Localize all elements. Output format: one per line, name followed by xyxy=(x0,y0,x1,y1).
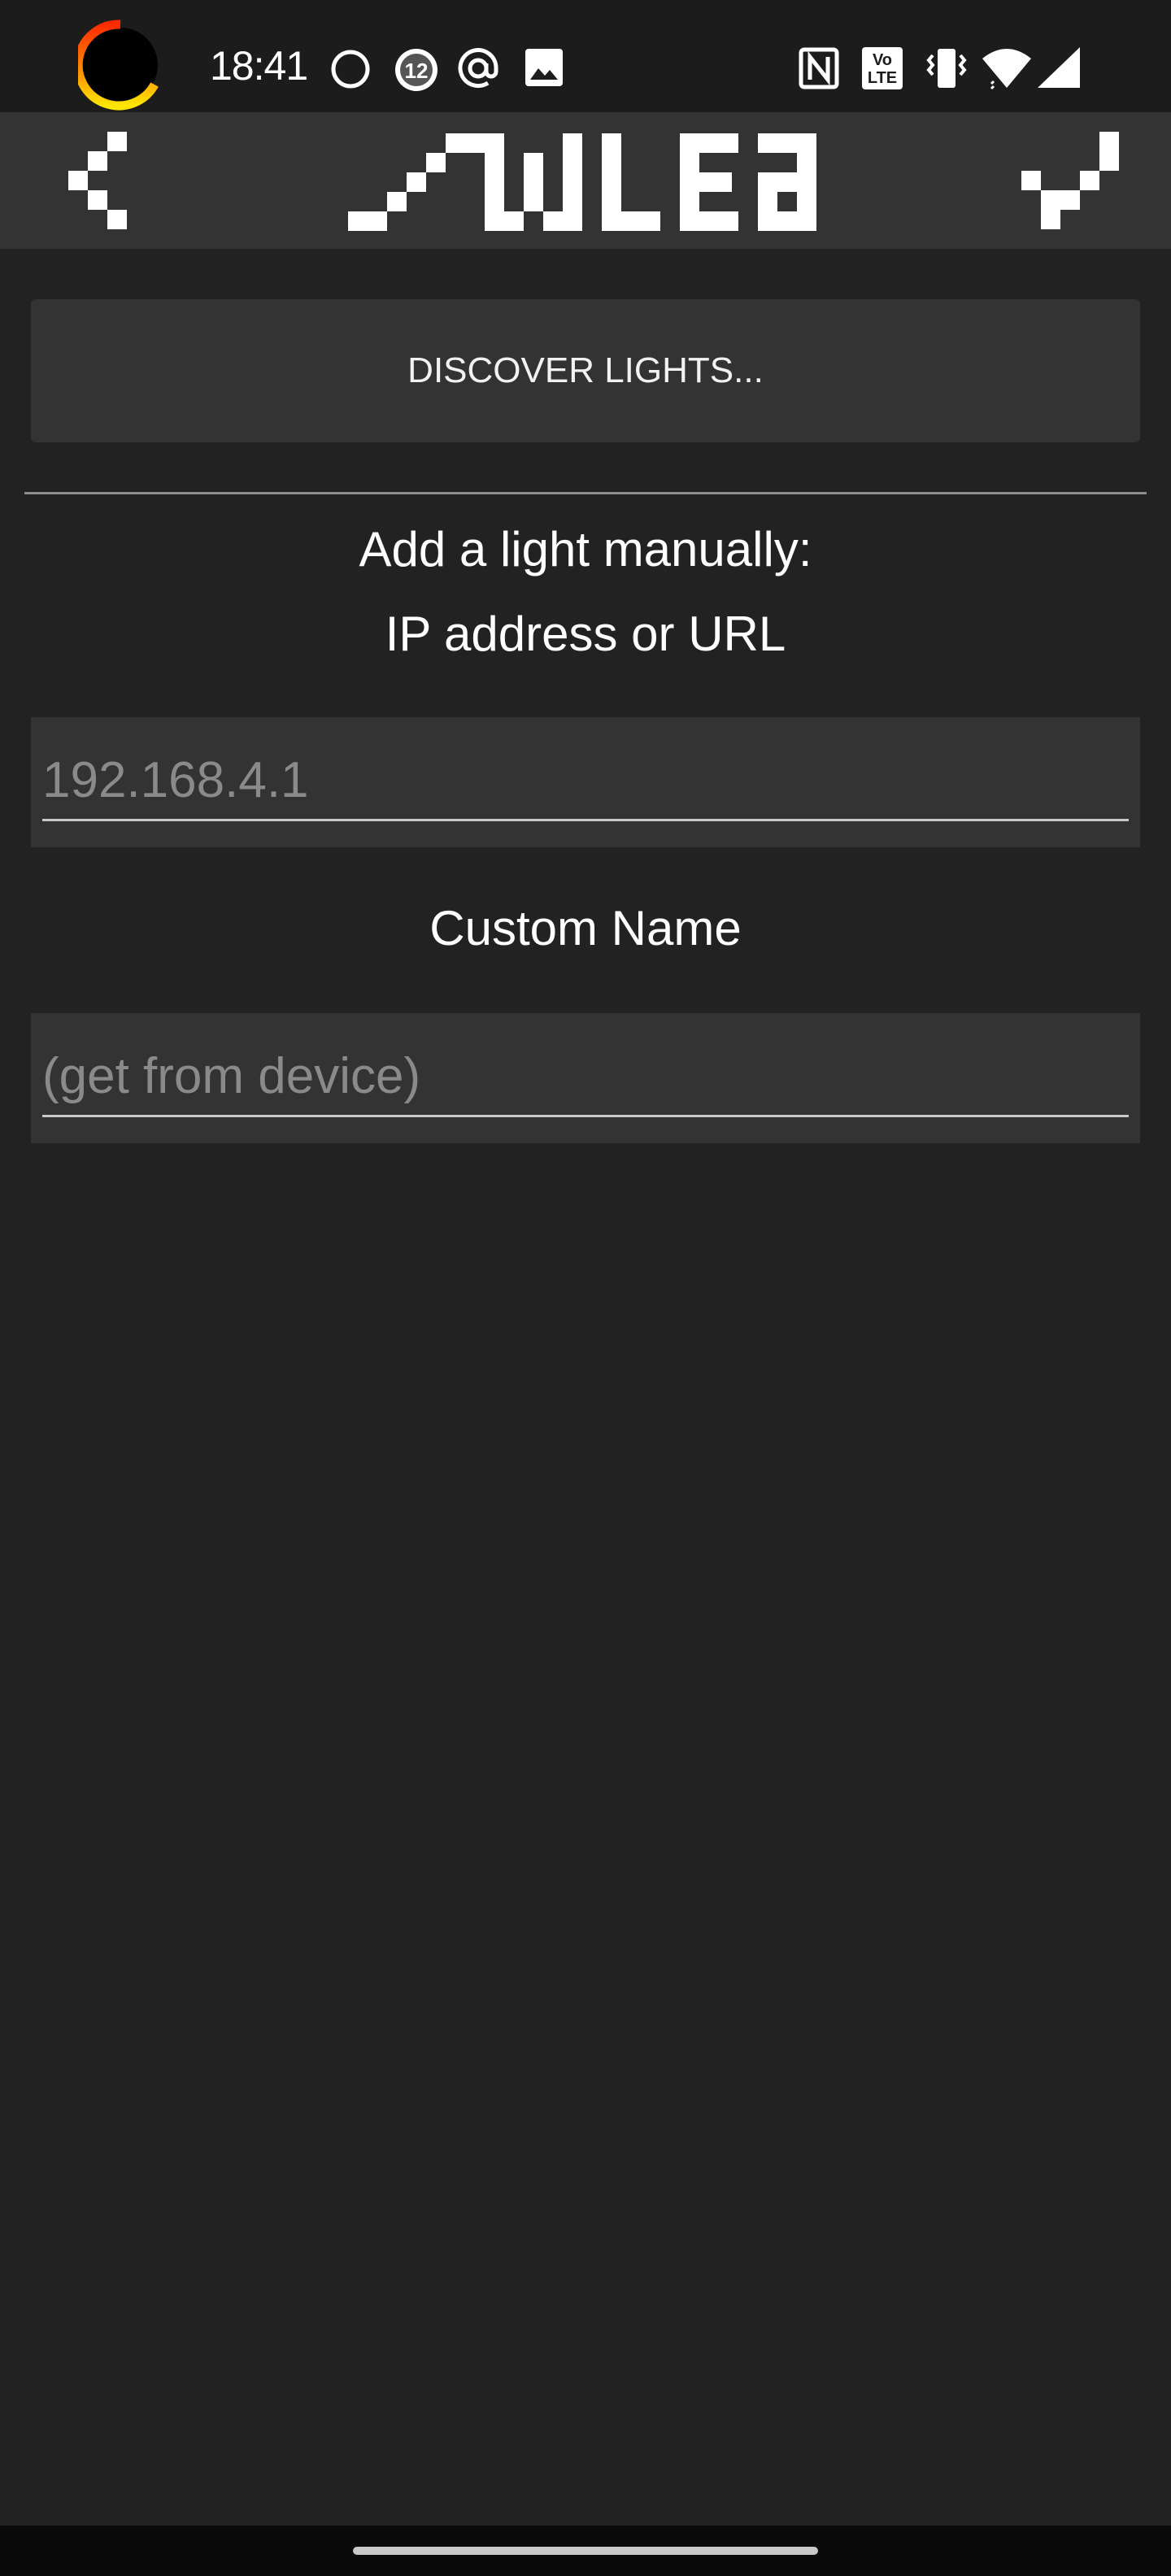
confirm-button[interactable] xyxy=(1021,112,1171,249)
custom-name-label: Custom Name xyxy=(429,901,742,955)
battery-ring-icon xyxy=(78,20,159,111)
custom-name-input[interactable] xyxy=(42,1013,1129,1117)
custom-name-field-container xyxy=(31,1013,1140,1143)
at-icon xyxy=(458,48,498,89)
back-button[interactable] xyxy=(0,112,137,249)
circle-icon xyxy=(331,50,370,89)
home-gesture-handle[interactable] xyxy=(353,2547,818,2555)
ip-address-label: IP address or URL xyxy=(385,607,786,661)
svg-text:LTE: LTE xyxy=(868,69,897,87)
badge-12-icon: 12 xyxy=(395,49,437,91)
status-time: 18:41 xyxy=(210,43,308,89)
add-light-heading: Add a light manually: xyxy=(359,522,812,577)
svg-text:Vo: Vo xyxy=(873,51,892,69)
divider xyxy=(24,492,1147,494)
nfc-icon xyxy=(799,47,839,89)
signal-icon xyxy=(1038,47,1080,88)
wifi-icon xyxy=(982,49,1031,90)
navigation-bar xyxy=(0,2526,1171,2576)
discover-lights-button[interactable]: DISCOVER LIGHTS... xyxy=(31,299,1140,442)
volte-icon: Vo LTE xyxy=(862,47,903,89)
pixel-logo-icon xyxy=(348,133,816,231)
badge-12-text: 12 xyxy=(405,59,429,83)
ip-address-input[interactable] xyxy=(42,717,1129,821)
vibrate-icon xyxy=(926,49,967,88)
app-bar xyxy=(0,112,1171,249)
status-bar: 18:41 12 Vo LTE xyxy=(0,0,1171,112)
image-icon xyxy=(525,49,563,86)
pixel-back-icon xyxy=(68,132,127,229)
ip-address-field-container xyxy=(31,717,1140,847)
pixel-check-icon xyxy=(1021,132,1119,229)
